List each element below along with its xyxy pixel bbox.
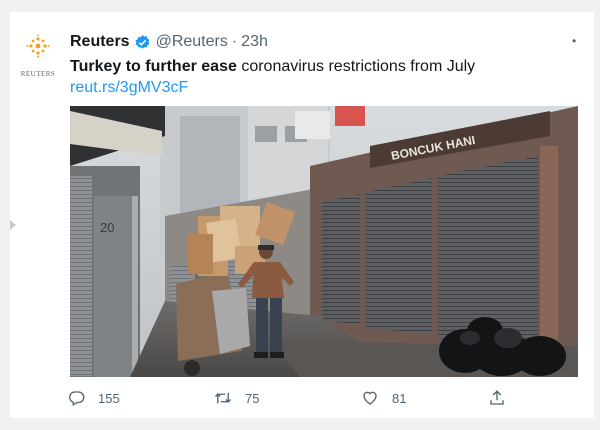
avatar-wordmark: REUTERS bbox=[20, 70, 56, 78]
tweet-link[interactable]: reut.rs/3gMV3cF bbox=[70, 79, 188, 96]
share-icon bbox=[490, 390, 504, 405]
carousel-arrow-icon[interactable] bbox=[10, 220, 16, 230]
like-button[interactable]: 81 bbox=[360, 389, 406, 407]
tweet-actions: 155 75 81 bbox=[68, 389, 508, 411]
tweet-header: Reuters @Reuters · 23h bbox=[70, 32, 268, 52]
tweet-time[interactable]: 23h bbox=[241, 33, 268, 51]
author-name[interactable]: Reuters bbox=[70, 33, 130, 51]
retweet-icon bbox=[215, 392, 231, 404]
tweet-card[interactable]: REUTERS Reuters @Reuters · 23h • Turkey … bbox=[10, 12, 594, 418]
more-dot-icon[interactable]: • bbox=[572, 34, 576, 48]
tweet-body: coronavirus restrictions from July bbox=[236, 58, 476, 75]
like-count: 81 bbox=[392, 390, 407, 406]
author-handle[interactable]: @Reuters bbox=[156, 33, 228, 51]
reply-icon bbox=[68, 391, 85, 406]
reply-count: 155 bbox=[98, 390, 120, 406]
reply-button[interactable]: 155 bbox=[68, 389, 120, 407]
avatar[interactable]: REUTERS bbox=[18, 34, 58, 80]
like-icon bbox=[363, 391, 377, 405]
reuters-logo-icon bbox=[26, 34, 50, 58]
share-button[interactable] bbox=[488, 389, 518, 407]
tweet-headline: Turkey to further ease bbox=[70, 58, 237, 75]
retweet-count: 75 bbox=[245, 390, 260, 406]
retweet-button[interactable]: 75 bbox=[213, 389, 259, 407]
shutter-number: 20 bbox=[100, 220, 114, 235]
news-photo[interactable]: 20 BONCUK HANI bbox=[70, 106, 578, 377]
verified-badge-icon bbox=[134, 34, 151, 51]
header-separator: · bbox=[231, 33, 238, 50]
tweet-text: Turkey to further ease coronavirus restr… bbox=[70, 56, 550, 98]
